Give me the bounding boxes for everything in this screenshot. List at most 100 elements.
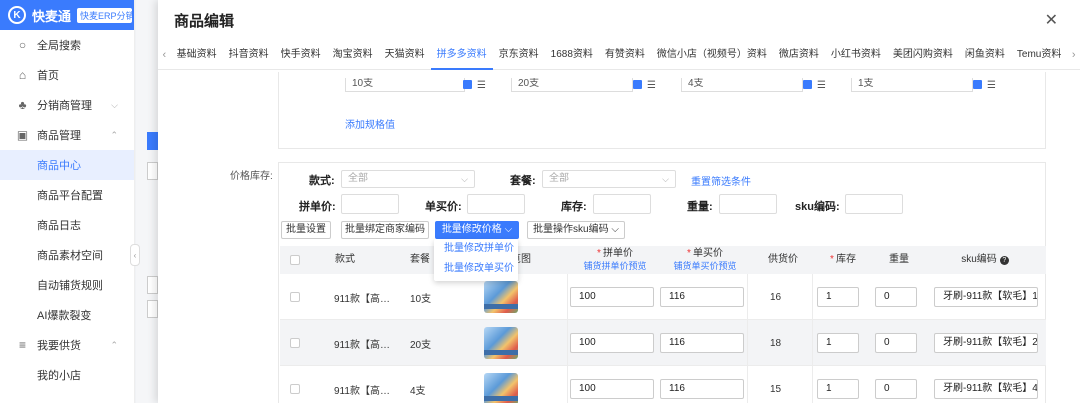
sidebar-collapse-handle[interactable]: ‹ [130, 244, 140, 266]
row-checkbox[interactable] [290, 338, 300, 348]
sidebar-item-products[interactable]: ▣ 商品管理 ⌃ [0, 120, 134, 150]
stock-input[interactable] [593, 194, 651, 214]
tab-kuaishou[interactable]: 快手资料 [275, 40, 327, 70]
tab-xiaohongshu[interactable]: 小红书资料 [825, 40, 887, 70]
sku-code-label: sku编码: [795, 201, 840, 213]
batch-bind-code-button[interactable]: 批量绑定商家编码 [341, 221, 429, 239]
sidebar-item-home[interactable]: ⌂ 首页 [0, 60, 134, 90]
tab-weidian[interactable]: 微店资料 [773, 40, 825, 70]
tab-taobao[interactable]: 淘宝资料 [327, 40, 379, 70]
edition-tag[interactable]: 快麦ERP分销版-供 [77, 7, 133, 23]
divider [812, 320, 813, 366]
spec-value-input[interactable]: 1支 [851, 78, 973, 92]
tab-meituan[interactable]: 美团闪购资料 [887, 40, 959, 70]
row-sku-input[interactable]: 牙刷-911款【软毛】2 [934, 333, 1038, 353]
global-search[interactable]: ○ 全局搜索 [0, 30, 134, 60]
row-stock-input[interactable]: 1 [817, 379, 859, 399]
drag-handle-icon[interactable]: ☰ [987, 80, 996, 91]
tab-jd[interactable]: 京东资料 [493, 40, 545, 70]
tab-tmall[interactable]: 天猫资料 [379, 40, 431, 70]
spec-value-input[interactable]: 10支 [345, 78, 465, 92]
sidebar-sub-product-center[interactable]: 商品中心 [0, 150, 134, 180]
row-group-price-input[interactable]: 100 [570, 379, 654, 399]
column-group-price: * 拼单价 铺货拼单价预览 [570, 246, 660, 274]
single-price-preview-link[interactable]: 铺货单买价预览 [673, 260, 736, 272]
row-single-price-input[interactable]: 116 [660, 379, 744, 399]
tab-wechat-shop[interactable]: 微信小店（视频号）资料 [651, 40, 773, 70]
batch-price-button[interactable]: 批量修改价格 ⌵ [435, 221, 519, 239]
tab-1688[interactable]: 1688资料 [545, 40, 599, 70]
single-price-input[interactable] [467, 194, 525, 214]
price-stock-label: 价格库存: [230, 171, 273, 182]
batch-edit-single-price-option[interactable]: 批量修改单买价 [434, 259, 518, 279]
batch-sku-button[interactable]: 批量操作sku编码 ⌵ [527, 221, 625, 239]
row-checkbox[interactable] [290, 292, 300, 302]
stack-icon: ≡ [18, 337, 26, 352]
tab-xianyu[interactable]: 闲鱼资料 [959, 40, 1011, 70]
checkbox-checked-icon[interactable] [633, 80, 642, 89]
sidebar-sub-auto-listing[interactable]: 自动铺货规则 [0, 270, 134, 300]
add-spec-value-link[interactable]: 添加规格值 [345, 116, 395, 131]
required-mark: * [830, 254, 834, 265]
group-price-preview-link[interactable]: 铺货拼单价预览 [583, 260, 646, 272]
reset-filters-link[interactable]: 重置筛选条件 [691, 173, 751, 188]
sidebar-item-distributors[interactable]: ♣ 分销商管理 ⌵ [0, 90, 134, 120]
row-weight-input[interactable]: 0 [875, 379, 917, 399]
drag-handle-icon[interactable]: ☰ [477, 80, 486, 91]
row-thumbnail[interactable] [484, 366, 518, 403]
required-mark: * [597, 248, 601, 259]
table-row: 911款【高… 10支 100 116 16 1 0 牙刷-911款【软毛】1 [280, 274, 1046, 320]
row-stock-input[interactable]: 1 [817, 333, 859, 353]
row-stock-input[interactable]: 1 [817, 287, 859, 307]
batch-edit-group-price-option[interactable]: 批量修改拼单价 [434, 239, 518, 259]
row-weight-input[interactable]: 0 [875, 333, 917, 353]
spec-values-panel: 10支 ☰ 20支 ☰ 4支 ☰ 1支 ☰ 添加规格值 [278, 72, 1046, 149]
spec-value-input[interactable]: 4支 [681, 78, 803, 92]
group-price-input[interactable] [341, 194, 399, 214]
style-filter-select[interactable]: 全部 ⌵ [341, 170, 475, 188]
row-single-price-input[interactable]: 116 [660, 333, 744, 353]
sku-code-input[interactable] [845, 194, 903, 214]
tab-basic[interactable]: 基础资料 [171, 40, 223, 70]
sidebar-sub-material-space[interactable]: 商品素材空间 [0, 240, 134, 270]
close-icon[interactable]: ✕ [1045, 10, 1058, 30]
select-all-checkbox[interactable] [290, 255, 300, 265]
row-style: 911款【高… [334, 293, 390, 305]
checkbox-checked-icon[interactable] [463, 80, 472, 89]
tab-pinduoduo[interactable]: 拼多多资料 [430, 40, 493, 70]
package-filter-select[interactable]: 全部 ⌵ [542, 170, 676, 188]
platform-tabs: ‹ 基础资料 抖音资料 快手资料 淘宝资料 天猫资料 拼多多资料 京东资料 16… [158, 40, 1080, 70]
row-group-price-input[interactable]: 100 [570, 287, 654, 307]
drag-handle-icon[interactable]: ☰ [647, 80, 656, 91]
spec-value-input[interactable]: 20支 [511, 78, 633, 92]
row-weight-input[interactable]: 0 [875, 287, 917, 307]
row-sku-input[interactable]: 牙刷-911款【软毛】4 [934, 379, 1038, 399]
sidebar-sub-product-log[interactable]: 商品日志 [0, 210, 134, 240]
checkbox-checked-icon[interactable] [973, 80, 982, 89]
column-single-price: * 单买价 铺货单买价预览 [660, 246, 750, 274]
group-price-label: 拼单价: [299, 201, 336, 213]
tab-douyin[interactable]: 抖音资料 [223, 40, 275, 70]
help-icon[interactable]: ? [999, 256, 1009, 265]
row-sku-input[interactable]: 牙刷-911款【软毛】1 [934, 287, 1038, 307]
chevron-up-icon: ⌃ [110, 339, 118, 350]
drag-handle-icon[interactable]: ☰ [817, 80, 826, 91]
row-single-price-input[interactable]: 116 [660, 287, 744, 307]
sidebar-item-supply[interactable]: ≡ 我要供货 ⌃ [0, 330, 134, 360]
row-checkbox[interactable] [290, 384, 300, 394]
checkbox-checked-icon[interactable] [803, 80, 812, 89]
row-thumbnail[interactable] [484, 320, 518, 366]
row-supply-price: 18 [770, 337, 782, 349]
tab-temu[interactable]: Temu资料 [1011, 40, 1067, 70]
batch-set-button[interactable]: 批量设置 [281, 221, 331, 239]
divider [747, 320, 748, 366]
sidebar-sub-ai-fission[interactable]: AI爆款裂变 [0, 300, 134, 330]
sidebar-sub-platform-config[interactable]: 商品平台配置 [0, 180, 134, 210]
weight-input[interactable] [719, 194, 777, 214]
divider [747, 274, 748, 320]
tab-youzan[interactable]: 有赞资料 [599, 40, 651, 70]
sidebar-sub-my-shop[interactable]: 我的小店 [0, 360, 134, 390]
chevron-right-icon[interactable]: › [1067, 49, 1080, 61]
row-group-price-input[interactable]: 100 [570, 333, 654, 353]
chevron-left-icon[interactable]: ‹ [158, 49, 171, 61]
